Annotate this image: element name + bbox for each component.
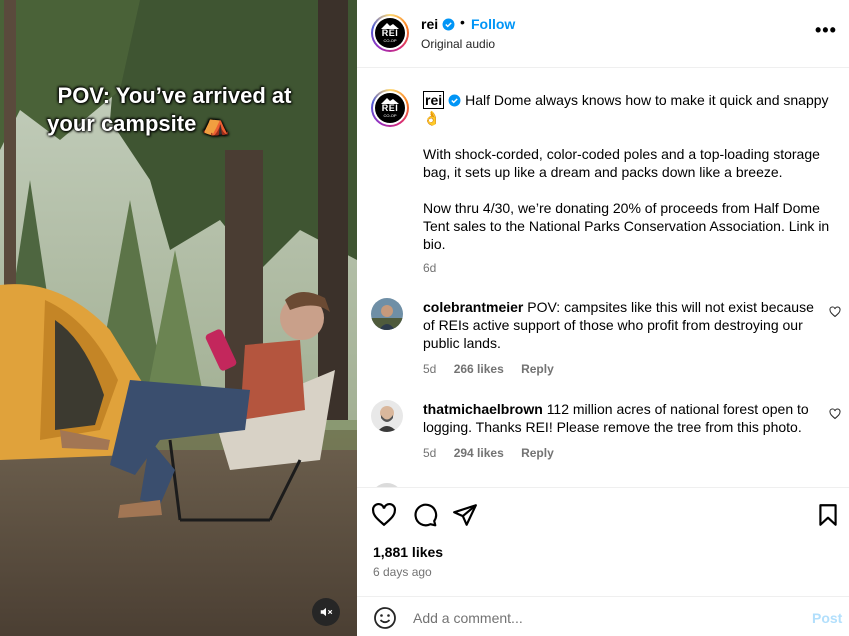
comment-meta: 5d 294 likes Reply [423,446,568,460]
emoji-icon[interactable] [373,606,397,630]
comment-time[interactable]: 5d [423,446,436,460]
post-header: REI CO-OP rei • Follow Original audio ••… [357,0,849,68]
post-actions: 1,881 likes 6 days ago [357,487,849,587]
follow-button[interactable]: Follow [471,16,515,32]
post-comment-button[interactable]: Post [812,610,842,626]
comment-time[interactable]: 5d [423,362,436,376]
comment-item: colebrantmeier POV: campsites like this … [371,298,841,378]
comment-username[interactable]: thatmichaelbrown [423,401,543,417]
caption-author-avatar[interactable]: REI CO-OP [371,89,409,127]
rei-logo-icon: REI CO-OP [375,93,405,123]
comment-input[interactable] [413,607,793,629]
caption-paragraph-2: With shock-corded, color-coded poles and… [423,146,820,180]
verified-badge-icon [448,94,461,107]
rei-logo-icon: REI CO-OP [375,18,405,48]
comment-text: thatmichaelbrown 112 million acres of na… [423,400,823,436]
save-bookmark-icon[interactable] [815,502,841,528]
speaker-muted-icon [320,607,333,617]
post-details-panel: REI CO-OP rei • Follow Original audio ••… [357,0,849,636]
heart-icon[interactable] [829,306,841,318]
caption-paragraph-3: Now thru 4/30, we’re donating 20% of pro… [423,200,830,252]
original-audio-link[interactable]: Original audio [421,37,495,51]
post-caption: rei Half Dome always knows how to make it… [423,91,833,271]
more-options-icon[interactable]: ••• [815,20,837,41]
overlay-line-1: POV: You’ve arrived at [57,83,292,108]
caption-username[interactable]: rei [423,91,445,109]
heart-icon[interactable] [829,408,841,420]
username-text[interactable]: rei [421,16,438,32]
like-heart-icon[interactable] [371,502,397,528]
comment-item: thatmichaelbrown 112 million acres of na… [371,400,841,470]
author-username[interactable]: rei [421,16,455,32]
mute-button[interactable] [312,598,340,626]
comment-bubble-icon[interactable] [412,502,438,528]
verified-badge-icon [442,18,455,31]
comment-meta: 5d 266 likes Reply [423,362,568,376]
post-video[interactable]: POV: You’ve arrived at your campsite ⛺ [0,0,357,636]
post-timestamp[interactable]: 6 days ago [373,565,432,579]
caption-line-1: Half Dome always knows how to make it qu… [423,92,829,126]
commenter-avatar[interactable] [371,298,403,330]
comment-likes[interactable]: 266 likes [454,362,504,376]
caption-timestamp[interactable]: 6d [423,261,436,275]
reply-button[interactable]: Reply [521,362,554,376]
share-paper-plane-icon[interactable] [452,502,478,528]
comment-text: colebrantmeier POV: campsites like this … [423,298,823,352]
reply-button[interactable]: Reply [521,446,554,460]
commenter-avatar[interactable] [371,400,403,432]
video-text-overlay: POV: You’ve arrived at your campsite ⛺ [0,82,357,138]
likes-count[interactable]: 1,881 likes [373,544,443,560]
add-comment-bar: Post [357,596,849,636]
author-avatar[interactable]: REI CO-OP [371,14,409,52]
comment-likes[interactable]: 294 likes [454,446,504,460]
overlay-line-2: your campsite ⛺ [47,111,230,136]
comments-scroll-area[interactable]: REI CO-OP rei Half Dome always knows how … [357,69,849,487]
separator-dot: • [460,14,465,30]
comment-username[interactable]: colebrantmeier [423,299,523,315]
